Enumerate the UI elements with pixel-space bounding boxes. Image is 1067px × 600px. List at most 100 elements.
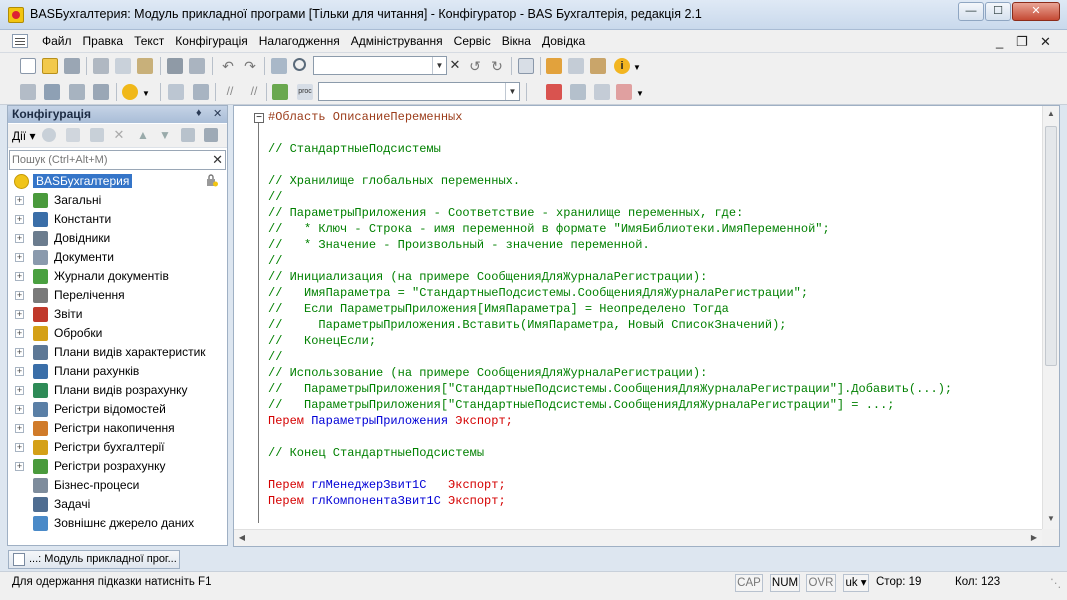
tree-item[interactable]: + Регістри відомостей [8,400,227,419]
fold-toggle-icon[interactable]: − [254,113,264,123]
tree-item[interactable]: Задачі [8,495,227,514]
print-preview-icon[interactable] [189,58,205,74]
procedures-icon[interactable]: proc [297,84,313,100]
expand-icon[interactable]: + [15,443,24,452]
windows-icon[interactable] [518,58,534,74]
find-icon[interactable] [271,58,287,74]
menu-item-1[interactable]: Правка [83,34,129,48]
tree-item[interactable]: + Загальні [8,191,227,210]
code-text[interactable]: #Область ОписаниеПеременных // Стандартны… [268,109,952,509]
copy-icon[interactable] [90,128,104,142]
expand-icon[interactable]: + [15,310,24,319]
help-book-icon[interactable] [590,58,606,74]
tree-item[interactable]: Бізнес-процеси [8,476,227,495]
tree-item[interactable]: + Регістри бухгалтерії [8,438,227,457]
chevron-down-icon[interactable]: ▼ [633,63,649,79]
indent-icon[interactable] [193,84,209,100]
info-icon[interactable]: i [614,58,630,74]
move-up-icon[interactable]: ▲ [136,128,150,142]
expand-icon[interactable]: + [15,272,24,281]
tree-item[interactable]: + Обробки [8,324,227,343]
menu-item-6[interactable]: Сервіс [454,34,496,48]
menu-item-5[interactable]: Адміністрування [351,34,448,48]
language-indicator[interactable]: uk ▾ [843,574,869,592]
scroll-up-icon[interactable]: ▲ [1043,106,1059,122]
window-tab[interactable]: ...: Модуль прикладної прог... [8,550,180,569]
menu-item-8[interactable]: Довідка [542,34,590,48]
move-down-icon[interactable]: ▼ [158,128,172,142]
close-icon[interactable]: ✕ [1012,2,1060,21]
tree-item[interactable]: + Регістри розрахунку [8,457,227,476]
menu-item-7[interactable]: Вікна [502,34,536,48]
tree-item[interactable]: + Журнали документів [8,267,227,286]
menu-item-2[interactable]: Текст [134,34,169,48]
sort-icon[interactable] [181,128,195,142]
tree-item[interactable]: + Перелічення [8,286,227,305]
pin-icon[interactable]: ♦ [196,107,202,119]
expand-icon[interactable]: + [15,215,24,224]
scroll-left-icon[interactable]: ◀ [234,530,250,546]
expand-icon[interactable]: + [15,367,24,376]
actions-menu[interactable]: Дії ▾ [12,129,36,143]
tree-item[interactable]: + Регістри накопичення [8,419,227,438]
uncomment-icon[interactable]: // [246,84,262,100]
redo-icon[interactable]: ↷ [242,58,258,74]
chevron-down-icon[interactable]: ▼ [505,83,519,100]
assistant-icon[interactable] [546,58,562,74]
expand-icon[interactable]: + [15,462,24,471]
tree-item[interactable]: + Документи [8,248,227,267]
new-file-icon[interactable] [20,58,36,74]
expand-icon[interactable]: + [15,405,24,414]
expand-icon[interactable]: + [15,253,24,262]
bookmark-clear-icon[interactable] [616,84,632,100]
expand-icon[interactable]: + [15,196,24,205]
scroll-down-icon[interactable]: ▼ [1043,511,1059,527]
chevron-down-icon[interactable]: ▼ [432,57,446,74]
horizontal-scrollbar[interactable]: ◀ ▶ [234,529,1043,546]
tree-item[interactable]: + Звіти [8,305,227,324]
chevron-down-icon[interactable]: ▼ [636,89,652,105]
syntax-check-icon[interactable] [272,84,288,100]
system-menu-icon[interactable] [12,34,28,48]
comment-icon[interactable]: // [222,84,238,100]
delete-icon[interactable]: ✕ [112,128,126,142]
mdi-close-icon[interactable]: ✕ [1040,34,1051,50]
expand-icon[interactable]: + [15,424,24,433]
panel-close-icon[interactable]: ✕ [213,107,222,120]
tree-item[interactable]: Зовнішнє джерело даних [8,514,227,533]
undo-icon[interactable]: ↶ [220,58,236,74]
filter-icon[interactable] [204,128,218,142]
bookmark-next-icon[interactable] [594,84,610,100]
menu-item-0[interactable]: Файл [42,34,77,48]
maximize-icon[interactable]: ☐ [985,2,1011,21]
code-editor[interactable]: − #Область ОписаниеПеременных // Стандарт… [233,105,1060,547]
search-input[interactable] [10,151,208,169]
mdi-minimize-icon[interactable]: _ [996,34,1003,49]
vertical-scrollbar[interactable]: ▲ ▼ [1042,106,1059,529]
tree-item[interactable]: + Довідники [8,229,227,248]
resize-grip-icon[interactable]: ⋱ [1050,576,1062,590]
search-combo[interactable]: ▼ [313,56,447,75]
bookmark-icon[interactable] [570,84,586,100]
open-file-icon[interactable] [42,58,58,74]
config-open-icon[interactable] [20,84,36,100]
find-prev-icon[interactable]: ↺ [467,58,483,74]
copy-icon[interactable] [115,58,131,74]
menu-item-4[interactable]: Налагодження [259,34,345,48]
format-block-icon[interactable] [168,84,184,100]
syntax-helper-icon[interactable] [568,58,584,74]
menu-item-3[interactable]: Конфігурація [175,34,252,48]
expand-icon[interactable]: + [15,329,24,338]
tree-root[interactable]: BASБухгалтерия [8,172,227,191]
scroll-thumb[interactable] [1045,126,1057,366]
expand-icon[interactable]: + [15,234,24,243]
compare-icon[interactable] [69,84,85,100]
save-icon[interactable] [64,58,80,74]
expand-icon[interactable]: + [15,348,24,357]
clear-search-icon[interactable]: ✕ [447,57,463,73]
config-save-icon[interactable] [44,84,60,100]
print-icon[interactable] [167,58,183,74]
tree-item[interactable]: + Плани рахунків [8,362,227,381]
tree-item[interactable]: + Плани видів характеристик [8,343,227,362]
tree-item[interactable]: + Плани видів розрахунку [8,381,227,400]
